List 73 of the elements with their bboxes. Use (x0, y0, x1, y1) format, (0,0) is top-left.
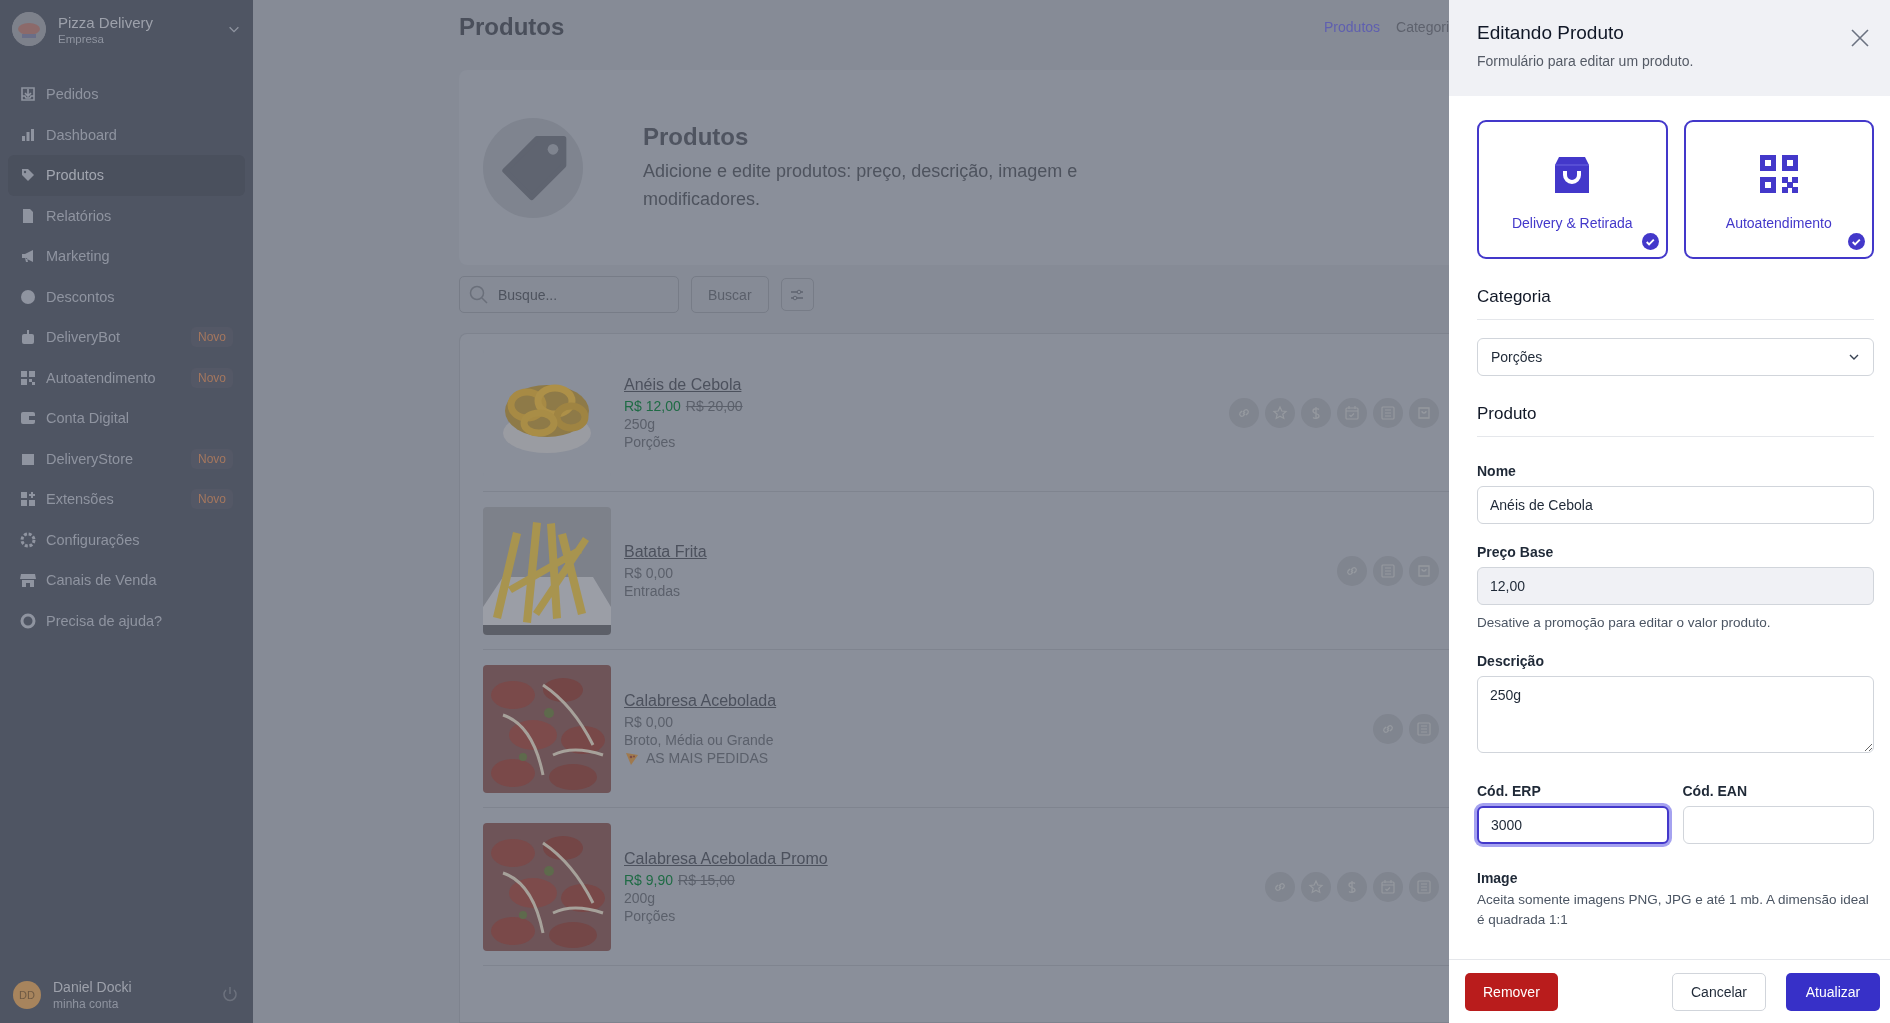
field-label: Preço Base (1477, 544, 1555, 560)
sidebar-item[interactable]: Pedidos (8, 74, 245, 115)
sidebar-item[interactable]: Descontos (8, 276, 245, 317)
drawer-title: Editando Produto (1477, 22, 1625, 44)
channel-option[interactable]: Delivery & Retirada (1477, 120, 1668, 259)
category-select[interactable]: Porções (1477, 338, 1874, 376)
drawer-subtitle: Formulário para editar um produto. (1477, 53, 1695, 69)
sidebar-item[interactable]: DeliveryStore Novo (8, 438, 245, 479)
qr-code-icon (1759, 155, 1798, 195)
sidebar-item[interactable]: Extensões Novo (8, 479, 245, 520)
channel-option[interactable]: Autoatendimento (1683, 120, 1874, 259)
erp-code-input[interactable]: 3000 (1477, 806, 1669, 844)
ean-code-input[interactable] (1682, 806, 1874, 844)
qr-code-icon (20, 369, 36, 386)
new-badge: Novo (191, 327, 233, 348)
field-label: Descrição (1477, 653, 1545, 669)
description-textarea[interactable]: 250g (1477, 676, 1874, 753)
name-input[interactable]: Anéis de Cebola (1477, 486, 1874, 524)
product-price: R$ 12,00 (624, 397, 681, 414)
section-heading: Produto (1477, 404, 1874, 437)
sidebar-item[interactable]: Configurações (8, 519, 245, 560)
new-badge: Novo (191, 489, 233, 510)
sidebar-item[interactable]: DeliveryBot Novo (8, 317, 245, 358)
megaphone-icon (20, 248, 36, 265)
help-text: Aceita somente imagens PNG, JPG e até 1 mb. A dimensão ideal é quadrada 1:1 (1477, 891, 1870, 929)
sidebar-item[interactable]: Autoatendimento Novo (8, 357, 245, 398)
field-label: Cód. ERP (1477, 783, 1542, 799)
product-name-link[interactable]: Anéis de Cebola (624, 375, 1216, 394)
search-field[interactable]: Busque... (459, 276, 679, 313)
sidebar-item[interactable]: Canais de Venda (8, 560, 245, 601)
sidebar-item[interactable]: Conta Digital (8, 398, 245, 439)
user-name: Daniel Docki (53, 979, 133, 995)
update-button[interactable]: Atualizar (1786, 972, 1880, 1011)
product-price: R$ 9,90 (624, 871, 674, 888)
logo-icon (12, 12, 46, 46)
check-circle-icon (1848, 233, 1865, 250)
tag-icon (20, 167, 36, 184)
sidebar-item[interactable]: Precisa de ajuda? (8, 600, 245, 641)
field-label: Cód. EAN (1682, 783, 1749, 799)
brand-subtitle: Empresa (58, 32, 106, 45)
document-icon (20, 207, 36, 224)
close-icon[interactable] (1850, 28, 1870, 48)
help-text: Desative a promoção para editar o valor produto. (1477, 614, 1772, 632)
check-circle-icon (1641, 233, 1659, 250)
sidebar-item[interactable]: Relatórios (8, 195, 245, 236)
power-icon[interactable] (221, 986, 239, 1004)
product-name-link[interactable]: Calabresa Acebolada Promo (624, 849, 1252, 868)
wallet-icon (20, 410, 36, 427)
cancel-button[interactable]: Cancelar (1672, 972, 1766, 1011)
inbox-icon (20, 86, 36, 103)
sidebar-item[interactable]: Dashboard (8, 114, 245, 155)
filter-button[interactable] (780, 278, 814, 311)
hero-title: Produtos (643, 122, 750, 151)
product-name-link[interactable]: Batata Frita (624, 542, 1324, 561)
hero-description: Adicione e edite produtos: preço, descrição, imagem e modificadores. (643, 159, 1079, 211)
help-icon (20, 612, 36, 629)
field-label: Image (1477, 870, 1519, 886)
store-icon (20, 572, 36, 589)
grid-icon (20, 491, 36, 508)
section-heading: Categoria (1477, 287, 1874, 320)
product-name-link[interactable]: Calabresa Acebolada (624, 691, 1360, 710)
field-label: Nome (1477, 463, 1517, 479)
search-icon (469, 285, 489, 305)
sidebar-item[interactable]: Produtos (8, 155, 245, 196)
new-badge: Novo (191, 367, 233, 388)
brand-name: Pizza Delivery (58, 13, 155, 31)
page-title: Produtos (459, 13, 566, 41)
new-badge: Novo (191, 448, 233, 469)
sidebar-item[interactable]: Marketing (8, 236, 245, 277)
remove-button[interactable]: Remover (1465, 972, 1558, 1011)
bar-chart-icon (20, 126, 36, 143)
robot-icon (20, 329, 36, 346)
user-account-link[interactable]: minha conta (53, 997, 209, 1011)
